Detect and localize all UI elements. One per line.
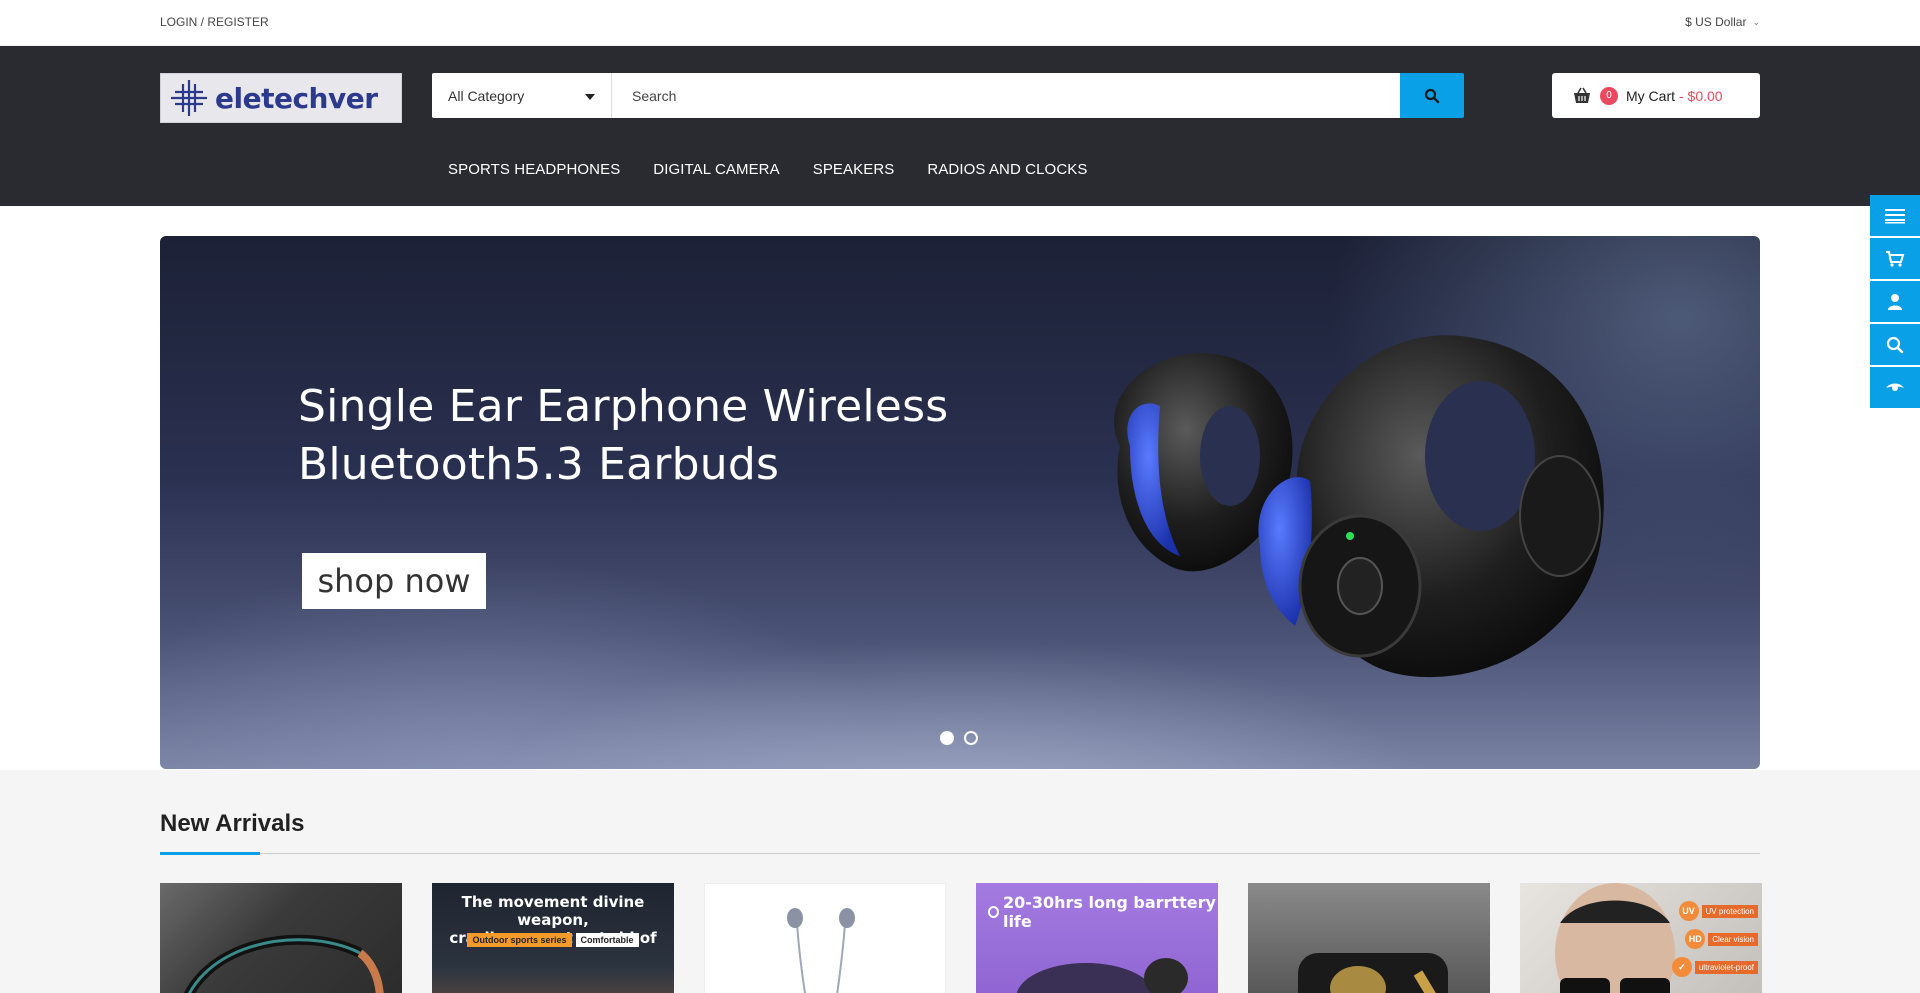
wired-earphones-image — [787, 908, 855, 993]
hd-icon: HD — [1685, 929, 1706, 949]
side-recent-button[interactable] — [1870, 367, 1920, 408]
category-select[interactable]: All Category — [432, 73, 612, 118]
earbud-product-image — [1114, 335, 1604, 678]
currency-selector[interactable]: $ US Dollar ⌄ — [1685, 15, 1760, 29]
nav-item-digital-camera[interactable]: DIGITAL CAMERA — [653, 161, 779, 178]
product-card[interactable] — [704, 883, 946, 993]
new-arrivals-grid: The movement divine weapon, crazily can … — [160, 883, 1762, 993]
product-caption-line1: The movement divine weapon, — [461, 893, 645, 929]
logo-mark-icon — [171, 80, 207, 116]
product-badge: UV UV protection — [1678, 901, 1758, 921]
product-card[interactable]: UV UV protection HD Clear vision ✓ ultra… — [1520, 883, 1762, 993]
menu-icon — [1885, 208, 1905, 223]
category-select-value: All Category — [448, 87, 525, 104]
product-card[interactable] — [160, 883, 402, 993]
hero-banner: Single Ear Earphone Wireless Bluetooth5.… — [160, 236, 1760, 769]
site-logo[interactable]: eletechver — [160, 73, 402, 123]
badge-label: Clear vision — [1708, 932, 1758, 946]
cart-icon — [1886, 250, 1905, 267]
badge-label: ultraviolet-proof — [1694, 960, 1758, 974]
section-divider — [160, 853, 1760, 854]
banner-headline-line1: Single Ear Earphone Wireless — [298, 381, 949, 432]
nav-item-radios-and-clocks[interactable]: RADIOS AND CLOCKS — [927, 161, 1087, 178]
user-icon — [1888, 293, 1902, 310]
section-title-accent — [160, 852, 260, 855]
logo-text: eletechver — [215, 81, 378, 115]
nav-item-speakers[interactable]: SPEAKERS — [813, 161, 895, 178]
product-tag: Outdoor sports series — [467, 933, 572, 947]
neckband-headphone-image — [184, 934, 384, 993]
carousel-dot-1[interactable] — [940, 731, 954, 745]
search-icon — [1424, 88, 1440, 103]
chevron-down-icon: ⌄ — [1752, 16, 1760, 27]
product-card[interactable]: The movement divine weapon, crazily can … — [432, 883, 674, 993]
banner-headline: Single Ear Earphone Wireless Bluetooth5.… — [298, 378, 948, 494]
login-register-link[interactable]: LOGIN / REGISTER — [160, 15, 269, 29]
gold-earbuds-image — [1298, 953, 1448, 993]
basket-icon — [1574, 87, 1590, 103]
carousel-dot-2[interactable] — [964, 731, 978, 745]
search-input[interactable] — [612, 73, 1400, 118]
main-nav: SPORTS HEADPHONES DIGITAL CAMERA SPEAKER… — [448, 161, 1087, 178]
product-badge: ✓ ultraviolet-proof — [1671, 957, 1758, 977]
top-bar: LOGIN / REGISTER $ US Dollar ⌄ — [0, 0, 1920, 46]
uv-icon: UV — [1678, 901, 1699, 921]
eye-icon — [1886, 383, 1904, 391]
side-search-button[interactable] — [1870, 324, 1920, 365]
product-tag: Comfortable — [575, 933, 639, 947]
nav-item-sports-headphones[interactable]: SPORTS HEADPHONES — [448, 161, 620, 178]
cart-count-badge: 0 — [1600, 86, 1618, 105]
shield-icon: ✓ — [1671, 957, 1692, 977]
cart-total: - $0.00 — [1679, 87, 1723, 104]
side-cart-button[interactable] — [1870, 238, 1920, 279]
side-toolbar — [1870, 195, 1920, 408]
earbuds-case-image — [1016, 958, 1188, 993]
search-bar: All Category — [432, 73, 1464, 118]
side-account-button[interactable] — [1870, 281, 1920, 322]
side-menu-button[interactable] — [1870, 195, 1920, 236]
banner-headline-line2: Bluetooth5.3 Earbuds — [298, 439, 780, 490]
product-card[interactable] — [1248, 883, 1490, 993]
carousel-dots — [940, 731, 978, 745]
currency-label: $ US Dollar — [1685, 15, 1747, 29]
badge-label: UV protection — [1701, 904, 1758, 918]
shop-now-button[interactable]: shop now — [302, 553, 486, 609]
product-tags: Outdoor sports series Comfortable — [432, 933, 674, 947]
cart-button[interactable]: 0 My Cart - $0.00 — [1552, 73, 1760, 118]
search-icon — [1886, 336, 1904, 353]
caret-down-icon — [585, 93, 595, 100]
cart-label: My Cart — [1626, 87, 1675, 104]
search-button[interactable] — [1400, 73, 1464, 118]
site-header: eletechver All Category 0 My Cart - $0.0… — [0, 46, 1920, 206]
product-card[interactable]: 20-30hrs long barrttery life — [976, 883, 1218, 993]
product-badge: HD Clear vision — [1685, 929, 1758, 949]
new-arrivals-title: New Arrivals — [160, 810, 305, 837]
